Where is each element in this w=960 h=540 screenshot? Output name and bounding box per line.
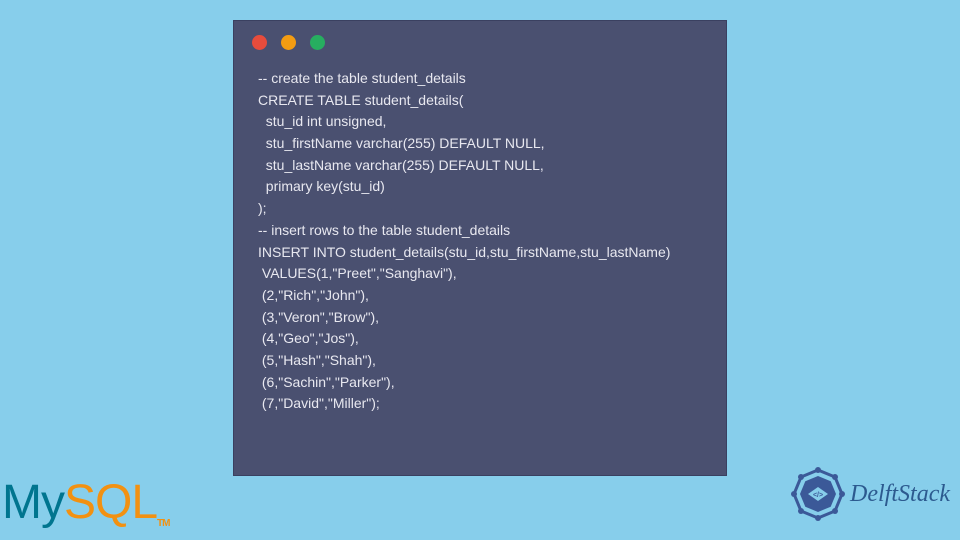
delftstack-text: DelftStack — [850, 481, 950, 508]
mysql-my-text: My — [2, 476, 64, 529]
window-controls — [234, 21, 726, 58]
minimize-icon — [281, 35, 296, 50]
delftstack-logo: </> DelftStack — [790, 466, 950, 522]
code-content: -- create the table student_details CREA… — [234, 58, 726, 425]
mysql-logo: MySQLTM — [2, 475, 169, 530]
svg-text:</>: </> — [813, 492, 823, 499]
mysql-tm-text: TM — [157, 518, 169, 529]
mysql-sql-text: SQL — [64, 476, 157, 529]
maximize-icon — [310, 35, 325, 50]
code-window: -- create the table student_details CREA… — [233, 20, 727, 476]
delftstack-icon: </> — [790, 466, 846, 522]
close-icon — [252, 35, 267, 50]
